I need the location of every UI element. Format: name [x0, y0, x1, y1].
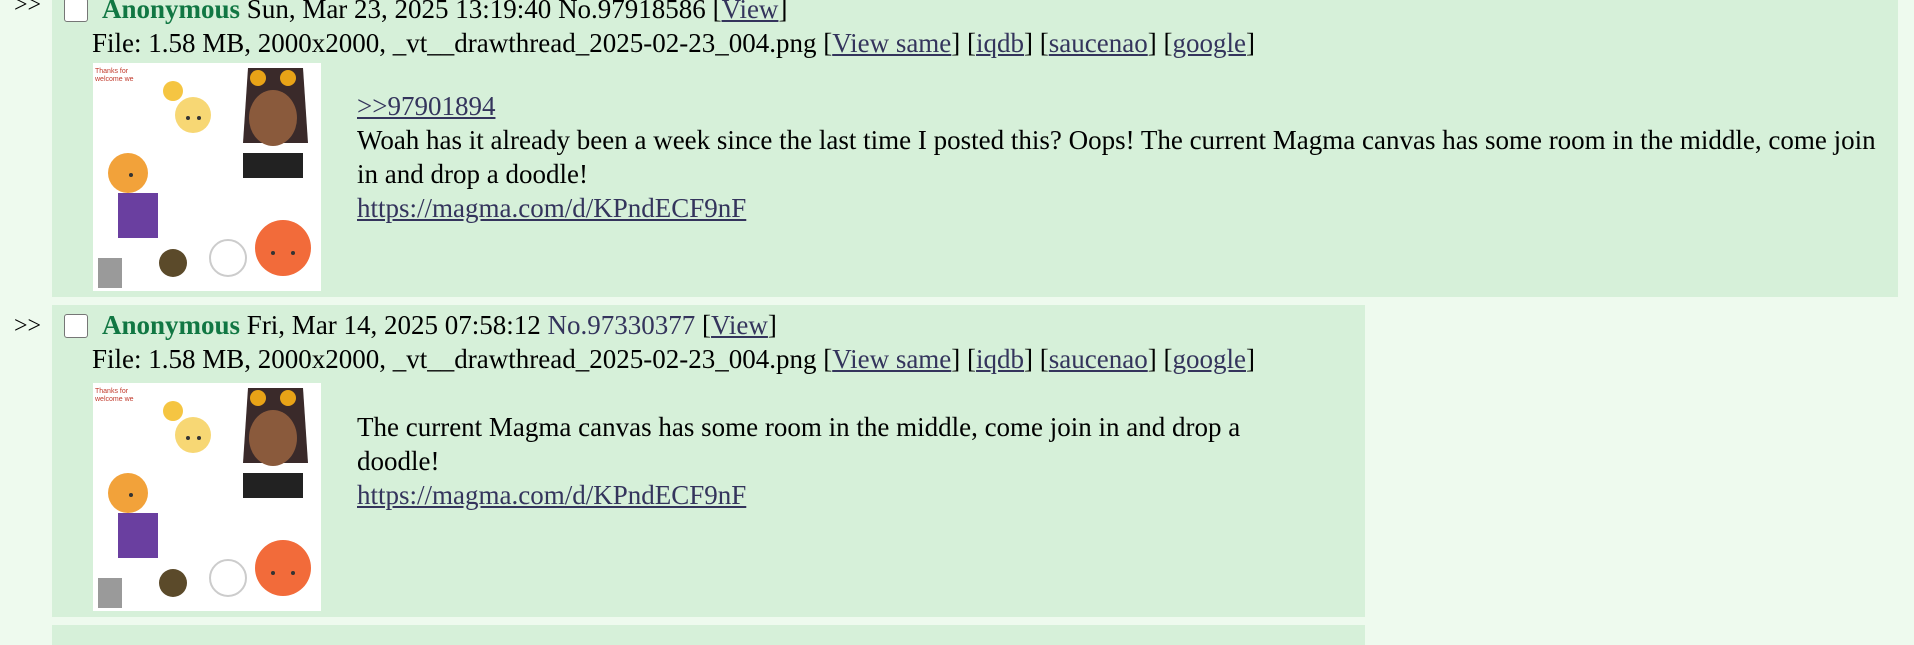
poster-name: Anonymous — [102, 310, 241, 340]
view-link[interactable]: View — [722, 0, 779, 24]
post-text: Woah has it already been a week since th… — [357, 125, 1876, 189]
post-select-checkbox[interactable] — [64, 0, 88, 22]
thumbnail-image[interactable]: Thanks for welcome we — [93, 63, 321, 291]
post-select-checkbox[interactable] — [64, 314, 88, 338]
svg-text:welcome we: welcome we — [94, 76, 134, 83]
iqdb-link[interactable]: iqdb — [976, 28, 1024, 58]
view-link[interactable]: View — [711, 310, 768, 340]
post-message: >>97901894 Woah has it already been a we… — [357, 89, 1898, 225]
saucenao-link[interactable]: saucenao — [1049, 28, 1148, 58]
post-date: Sun, Mar 23, 2025 13:19:40 — [246, 0, 552, 24]
post-partial — [52, 625, 1365, 645]
post-97918586: Anonymous Sun, Mar 23, 2025 13:19:40 No.… — [52, 0, 1898, 297]
post-message: The current Magma canvas has some room i… — [357, 410, 1257, 512]
post-arrows: >> — [14, 313, 42, 339]
poster-name: Anonymous — [102, 0, 241, 24]
file-details: File: 1.58 MB, 2000x2000, _vt__drawthrea… — [92, 28, 817, 58]
magma-link[interactable]: https://magma.com/d/KPndECF9nF — [357, 193, 746, 223]
saucenao-link[interactable]: saucenao — [1049, 344, 1148, 374]
post-number[interactable]: No.97918586 — [558, 0, 706, 24]
magma-link[interactable]: https://magma.com/d/KPndECF9nF — [357, 480, 746, 510]
post-info: Anonymous Sun, Mar 23, 2025 13:19:40 No.… — [102, 0, 787, 25]
view-same-link[interactable]: View same — [832, 344, 951, 374]
drawing-thumbnail-art: Thanks for welcome we — [93, 383, 321, 611]
view-same-link[interactable]: View same — [832, 28, 951, 58]
file-details: File: 1.58 MB, 2000x2000, _vt__drawthrea… — [92, 344, 817, 374]
drawing-thumbnail-art: Thanks for welcome we — [93, 63, 321, 291]
google-link[interactable]: google — [1172, 344, 1246, 374]
svg-text:Thanks for: Thanks for — [95, 68, 129, 75]
google-link[interactable]: google — [1172, 28, 1246, 58]
post-arrows: >> — [14, 0, 42, 18]
post-97330377: Anonymous Fri, Mar 14, 2025 07:58:12 No.… — [52, 305, 1365, 617]
post-info: Anonymous Fri, Mar 14, 2025 07:58:12 No.… — [102, 310, 777, 340]
svg-text:welcome we: welcome we — [94, 396, 134, 403]
post-number[interactable]: No.97330377 — [548, 310, 696, 340]
quote-link[interactable]: >>97901894 — [357, 89, 1898, 123]
file-info: File: 1.58 MB, 2000x2000, _vt__drawthrea… — [92, 28, 1255, 58]
post-date: Fri, Mar 14, 2025 07:58:12 — [246, 310, 541, 340]
svg-text:Thanks for: Thanks for — [95, 388, 129, 395]
thumbnail-image[interactable]: Thanks for welcome we — [93, 383, 321, 611]
file-info: File: 1.58 MB, 2000x2000, _vt__drawthrea… — [92, 344, 1255, 374]
iqdb-link[interactable]: iqdb — [976, 344, 1024, 374]
post-text: The current Magma canvas has some room i… — [357, 412, 1241, 476]
